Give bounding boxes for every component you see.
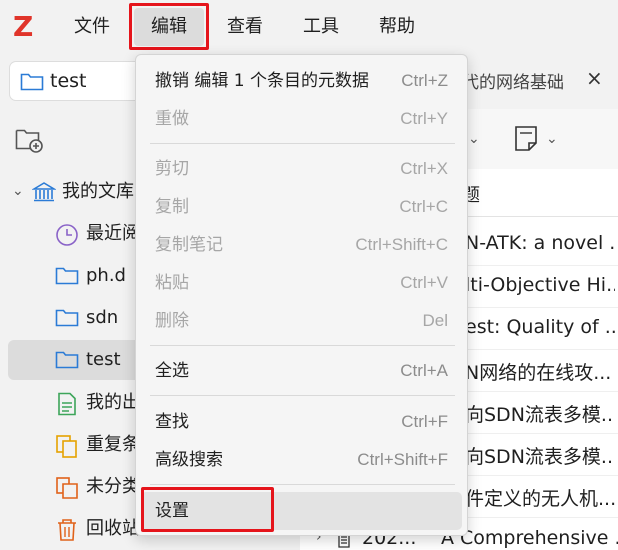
menu-item-shortcut: Ctrl+Shift+F [357, 450, 448, 469]
reader-tab-title[interactable]: 代的网络基础 [462, 68, 580, 93]
menu-separator [150, 484, 455, 485]
edit-menu-dropdown: 撤销 编辑 1 个条目的元数据 Ctrl+Z 重做 Ctrl+Y 剪切 Ctrl… [135, 54, 468, 536]
menu-item-shortcut: Ctrl+Shift+C [355, 235, 448, 254]
menu-item-shortcut: Ctrl+C [399, 197, 448, 216]
menu-item-find[interactable]: 查找 Ctrl+F [141, 404, 462, 440]
close-icon[interactable]: × [586, 66, 603, 90]
row-title: N-ATK: a novel ... [465, 232, 615, 254]
menu-item-label: 剪切 [155, 159, 189, 179]
row-title: est: Quality of ... [465, 316, 615, 338]
unfiled-icon [55, 476, 79, 505]
document-icon [57, 392, 77, 421]
trash-icon [56, 518, 78, 547]
menu-item-label: 查找 [155, 412, 189, 432]
menu-item-undo[interactable]: 撤销 编辑 1 个条目的元数据 Ctrl+Z [141, 63, 462, 99]
menu-view[interactable]: 查看 [214, 8, 276, 46]
sidebar-item-label: 我的文库 [62, 181, 134, 202]
folder-icon [20, 71, 44, 96]
sidebar-item-label: 回收站 [86, 518, 140, 539]
menu-item-label: 全选 [155, 361, 189, 381]
library-icon [31, 181, 57, 208]
new-collection-icon[interactable] [15, 127, 45, 158]
menu-item-shortcut: Ctrl+A [400, 361, 448, 380]
menu-item-paste[interactable]: 粘贴 Ctrl+V [141, 265, 462, 301]
highlight-box-edit [129, 3, 209, 50]
menu-item-label: 粘贴 [155, 273, 189, 293]
menu-item-label: 重做 [155, 109, 189, 129]
menu-item-shortcut: Ctrl+Z [401, 71, 448, 90]
menu-bar: Z 文件 编辑 查看 工具 帮助 [0, 0, 618, 54]
menu-item-copy-note[interactable]: 复制笔记 Ctrl+Shift+C [141, 227, 462, 263]
zotero-logo-icon[interactable]: Z [13, 12, 39, 42]
dropdown-chevron-icon[interactable]: ⌄ [468, 131, 480, 147]
row-title: lti-Objective Hi... [465, 274, 615, 296]
menu-item-delete[interactable]: 删除 Del [141, 303, 462, 339]
row-title: 向SDN流表多模... [465, 404, 615, 426]
sidebar-item-label: test [86, 349, 121, 370]
menu-item-label: 高级搜索 [155, 450, 223, 470]
sidebar-item-label: 最近阅 [86, 223, 140, 244]
sidebar-item-label: sdn [86, 307, 119, 328]
menu-separator [150, 143, 455, 144]
menu-item-label: 复制笔记 [155, 235, 223, 255]
row-title: N网络的在线攻... [465, 362, 612, 384]
menu-separator [150, 395, 455, 396]
new-note-icon[interactable] [514, 125, 540, 158]
menu-file[interactable]: 文件 [62, 8, 122, 46]
chevron-down-icon[interactable]: ⌄ [12, 183, 24, 199]
library-tab-label: test [50, 70, 87, 92]
menu-item-cut[interactable]: 剪切 Ctrl+X [141, 151, 462, 187]
folder-icon [55, 349, 79, 374]
menu-item-advanced-search[interactable]: 高级搜索 Ctrl+Shift+F [141, 442, 462, 478]
menu-help[interactable]: 帮助 [366, 8, 428, 46]
folder-icon [55, 265, 79, 290]
menu-item-shortcut: Ctrl+X [400, 159, 448, 178]
menu-item-copy[interactable]: 复制 Ctrl+C [141, 189, 462, 225]
menu-item-label: 删除 [155, 311, 189, 331]
menu-tools[interactable]: 工具 [290, 8, 352, 46]
menu-item-label: 撤销 编辑 1 个条目的元数据 [155, 71, 370, 91]
sidebar-item-label: 重复条 [86, 434, 140, 455]
menu-item-shortcut: Del [422, 311, 448, 330]
menu-item-shortcut: Ctrl+V [400, 273, 448, 292]
menu-item-label: 复制 [155, 197, 189, 217]
sidebar-item-label: ph.d [86, 265, 126, 286]
highlight-box-settings [141, 487, 274, 532]
menu-item-redo[interactable]: 重做 Ctrl+Y [141, 101, 462, 137]
row-title: 件定义的无人机... [465, 488, 615, 510]
sidebar-item-label: 我的出 [86, 392, 140, 413]
duplicate-icon [55, 434, 79, 463]
sidebar-item-label: 未分类 [86, 476, 140, 497]
menu-item-shortcut: Ctrl+F [401, 412, 448, 431]
menu-item-shortcut: Ctrl+Y [400, 109, 448, 128]
menu-separator [150, 345, 455, 346]
folder-icon [55, 307, 79, 332]
menu-item-select-all[interactable]: 全选 Ctrl+A [141, 353, 462, 389]
chevron-down-icon[interactable]: ⌄ [546, 131, 558, 147]
clock-icon [55, 223, 79, 252]
row-title: 向SDN流表多模... [465, 446, 615, 468]
